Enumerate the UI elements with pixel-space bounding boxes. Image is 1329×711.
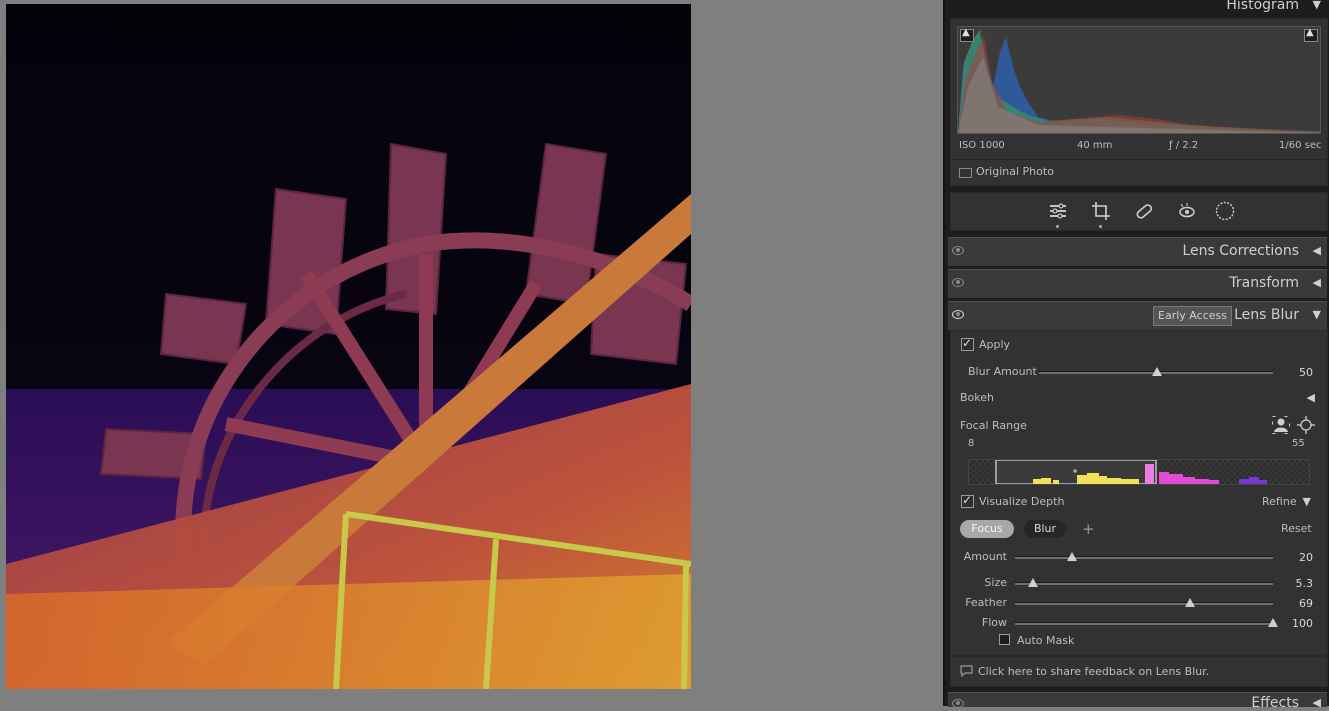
indicator-dot	[1099, 225, 1102, 228]
visualize-depth-checkbox[interactable]	[961, 493, 974, 508]
lens-corrections-title: Lens Corrections	[1182, 243, 1299, 259]
range-max-label: 55	[1292, 438, 1305, 449]
lens-blur-header[interactable]: Early Access Lens Blur ▼	[948, 301, 1327, 330]
blur-amount-thumb[interactable]	[1152, 367, 1162, 376]
slider-label: Amount	[963, 550, 1007, 563]
chat-icon	[960, 665, 973, 677]
feedback-link[interactable]: Click here to share feedback on Lens Blu…	[978, 665, 1209, 678]
transform-header[interactable]: Transform ◀	[948, 269, 1327, 298]
subject-select-icon[interactable]	[1272, 416, 1290, 434]
healing-icon[interactable]	[1133, 200, 1155, 222]
feedback-bar[interactable]: Click here to share feedback on Lens Blu…	[950, 656, 1328, 687]
slider-thumb[interactable]	[1185, 598, 1196, 607]
transform-title: Transform	[1229, 275, 1299, 291]
blur-amount-label: Blur Amount	[968, 365, 1037, 378]
focal-range-selector[interactable]	[968, 459, 1310, 485]
reset-button[interactable]: Reset	[1281, 522, 1312, 535]
focal-length-value: 40 mm	[1077, 140, 1113, 151]
redeye-icon[interactable]	[1176, 200, 1198, 222]
slider-value[interactable]: 100	[1283, 617, 1313, 630]
focus-button[interactable]: Focus	[960, 520, 1014, 538]
refine-collapse-icon[interactable]: ▼	[1303, 495, 1311, 508]
histogram-header[interactable]: Histogram ▼	[948, 0, 1327, 16]
slider-value[interactable]: 20	[1283, 551, 1313, 564]
slider-track[interactable]	[1015, 622, 1273, 625]
crop-icon[interactable]	[1090, 200, 1112, 222]
shadow-clipping-toggle[interactable]: ▲	[960, 27, 974, 42]
histogram-section: ▲ ▲ ISO 1000 40 mm ƒ / 2.2 1/60 sec Orig…	[950, 18, 1328, 186]
edit-icon[interactable]	[1047, 200, 1069, 222]
slider-label: Size	[984, 576, 1007, 589]
slider-thumb[interactable]	[1268, 618, 1278, 627]
masking-icon[interactable]	[1214, 200, 1236, 222]
auto-mask-label: Auto Mask	[1017, 634, 1075, 647]
lens-blur-section: Apply Blur Amount 50 Bokeh ◀ Focal Range…	[950, 330, 1328, 656]
slider-track[interactable]	[1015, 602, 1273, 605]
expand-triangle-icon[interactable]: ◀	[1307, 391, 1315, 404]
refine-label: Refine	[1262, 495, 1297, 508]
point-focus-icon[interactable]	[1297, 416, 1315, 434]
expand-triangle-icon[interactable]: ◀	[1313, 696, 1321, 709]
auto-mask-checkbox[interactable]	[999, 634, 1010, 645]
apply-label: Apply	[979, 338, 1011, 351]
expand-triangle-icon[interactable]: ◀	[1313, 276, 1321, 289]
highlight-clipping-toggle[interactable]: ▲	[1304, 27, 1318, 42]
eye-icon[interactable]	[952, 246, 964, 255]
histogram-chart	[958, 29, 1320, 133]
original-photo-label: Original Photo	[976, 165, 1054, 178]
slider-track[interactable]	[1015, 582, 1273, 585]
add-brush-button[interactable]: +	[1082, 520, 1095, 538]
eye-icon[interactable]	[952, 310, 964, 319]
bokeh-label: Bokeh	[960, 391, 994, 404]
shutter-value: 1/60 sec	[1279, 140, 1322, 151]
slider-label: Flow	[981, 616, 1007, 629]
slider-label: Feather	[965, 596, 1007, 609]
collapse-triangle-icon[interactable]: ▼	[1313, 0, 1321, 11]
triangle-up-icon: ▲	[962, 27, 970, 38]
focal-range-label: Focal Range	[960, 419, 1027, 432]
visualize-depth-label: Visualize Depth	[979, 495, 1065, 508]
slider-thumb[interactable]	[1028, 578, 1039, 587]
slider-track[interactable]	[1015, 556, 1273, 559]
expand-triangle-icon[interactable]: ◀	[1313, 244, 1321, 257]
active-indicator	[1056, 225, 1059, 228]
depth-visualization-image	[6, 4, 691, 689]
histogram-title: Histogram	[1226, 0, 1299, 13]
tool-strip	[950, 192, 1328, 231]
divider	[951, 159, 1327, 160]
depth-histogram	[969, 459, 1309, 485]
slider-value[interactable]: 5.3	[1283, 577, 1314, 590]
apply-checkbox[interactable]	[961, 336, 974, 351]
effects-header[interactable]: Effects ◀	[948, 692, 1327, 711]
lens-blur-title: Lens Blur	[1234, 307, 1299, 323]
photo-canvas[interactable]	[6, 4, 691, 689]
triangle-up-icon: ▲	[1306, 27, 1314, 38]
histogram-graph[interactable]: ▲ ▲	[957, 26, 1321, 134]
blur-button[interactable]: Blur	[1024, 520, 1066, 538]
iso-value: ISO 1000	[959, 140, 1005, 151]
collapse-triangle-icon[interactable]: ▼	[1313, 308, 1321, 321]
original-photo-checkbox[interactable]	[959, 168, 972, 178]
lens-corrections-header[interactable]: Lens Corrections ◀	[948, 237, 1327, 266]
early-access-badge: Early Access	[1153, 306, 1232, 326]
slider-value[interactable]: 69	[1283, 597, 1313, 610]
effects-title: Effects	[1251, 695, 1299, 711]
slider-thumb[interactable]	[1066, 552, 1077, 561]
eye-icon[interactable]	[952, 278, 964, 287]
eye-icon[interactable]	[952, 699, 964, 708]
aperture-value: ƒ / 2.2	[1169, 140, 1199, 151]
blur-amount-value[interactable]: 50	[1283, 366, 1313, 379]
range-min-label: 8	[968, 438, 975, 449]
